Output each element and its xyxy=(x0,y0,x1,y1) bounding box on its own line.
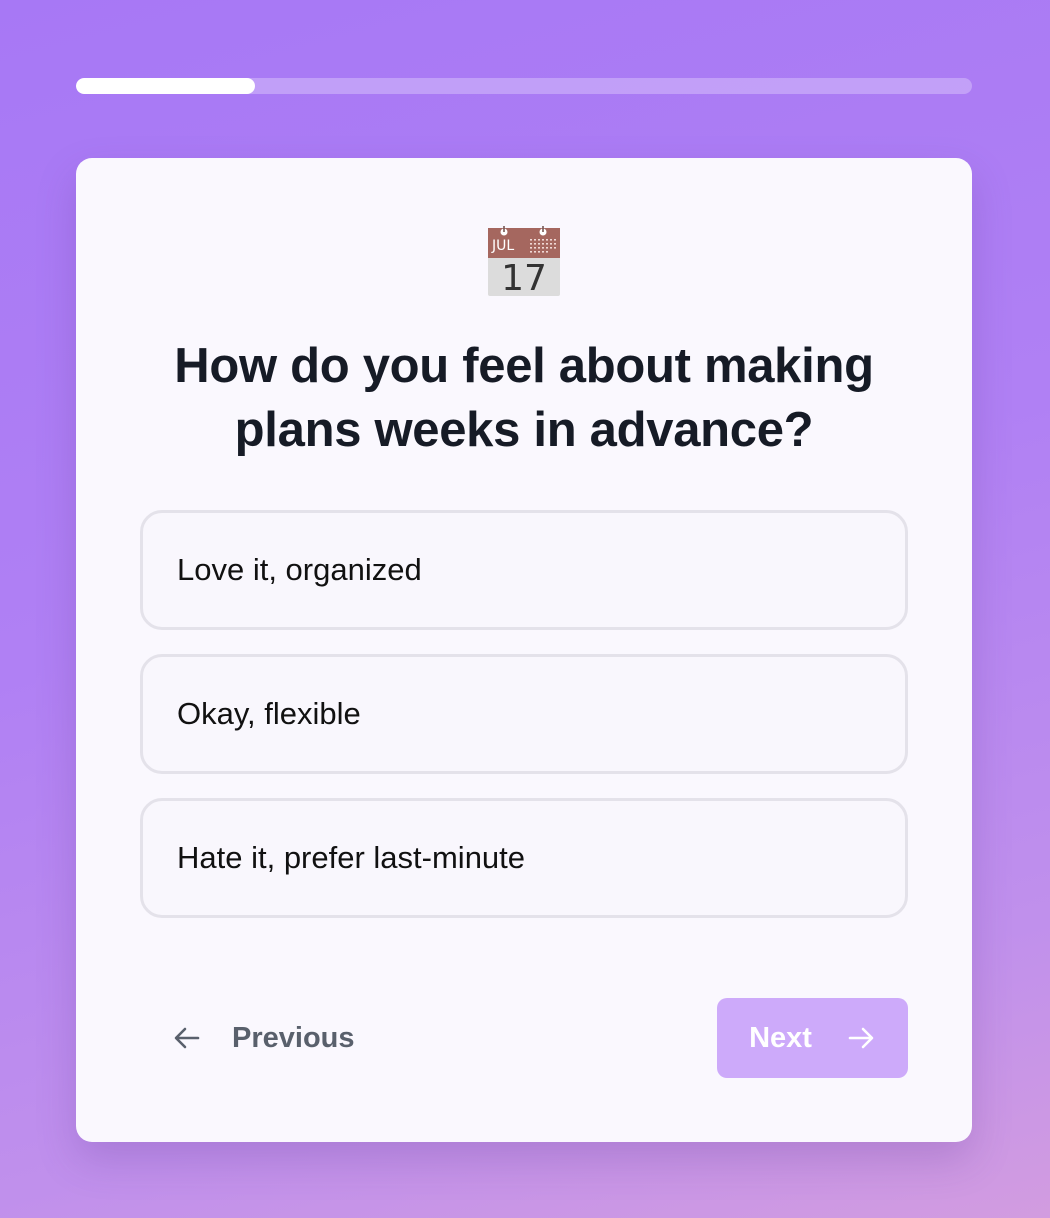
question-title: How do you feel about making plans weeks… xyxy=(174,339,874,457)
answer-option[interactable]: Okay, flexible xyxy=(140,654,908,774)
previous-button[interactable]: Previous xyxy=(172,998,355,1078)
answer-option[interactable]: Love it, organized xyxy=(140,510,908,630)
progress-bar-fill xyxy=(76,78,256,94)
arrow-left-icon xyxy=(174,1027,200,1049)
progress-bar xyxy=(76,78,972,94)
calendar-icon: JUL 17 xyxy=(488,226,560,296)
arrow-right-icon xyxy=(848,1027,874,1049)
answer-options: Love it, organized Okay, flexible Hate i… xyxy=(140,510,908,942)
svg-text:17: 17 xyxy=(501,258,547,296)
previous-button-label: Previous xyxy=(232,1021,355,1054)
answer-option-label: Okay, flexible xyxy=(177,696,361,731)
answer-option-label: Love it, organized xyxy=(177,552,422,587)
next-button[interactable]: Next xyxy=(717,998,908,1078)
answer-option[interactable]: Hate it, prefer last-minute xyxy=(140,798,908,918)
question-card: JUL 17 How do you feel about making plan… xyxy=(76,158,972,1142)
next-button-label: Next xyxy=(749,1021,812,1054)
svg-text:JUL: JUL xyxy=(491,238,514,254)
answer-option-label: Hate it, prefer last-minute xyxy=(177,840,526,875)
